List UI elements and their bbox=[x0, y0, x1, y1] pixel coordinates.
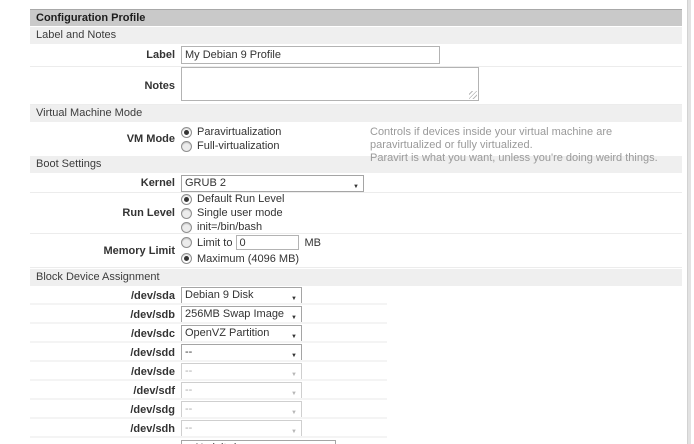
vm-mode-help-text: Controls if devices inside your virtual … bbox=[370, 126, 684, 165]
device-row-sdg: /dev/sdg -- ▼ bbox=[30, 400, 682, 419]
vm-mode-label: VM Mode bbox=[30, 133, 178, 145]
section-label-and-notes: Label and Notes bbox=[30, 27, 682, 44]
device-row-sdf: /dev/sdf -- ▼ bbox=[30, 381, 682, 400]
device-label: /dev/sdf bbox=[30, 385, 178, 397]
dropdown-arrow-icon: ▼ bbox=[353, 180, 359, 192]
label-input[interactable] bbox=[181, 46, 440, 64]
kernel-select-value: GRUB 2 bbox=[185, 177, 226, 189]
maximum-memory-radio-label[interactable]: Maximum (4096 MB) bbox=[197, 253, 299, 265]
paravirtualization-radio[interactable] bbox=[181, 127, 192, 138]
notes-field-label: Notes bbox=[30, 80, 178, 92]
dropdown-arrow-icon: ▼ bbox=[291, 368, 297, 380]
dropdown-arrow-icon: ▼ bbox=[291, 311, 297, 323]
dropdown-arrow-icon: ▼ bbox=[291, 330, 297, 342]
dropdown-arrow-icon: ▼ bbox=[291, 425, 297, 437]
section-virtual-machine-mode: Virtual Machine Mode bbox=[30, 105, 682, 122]
vm-mode-help-line: Paravirt is what you want, unless you're… bbox=[370, 152, 684, 165]
device-row-sdb: /dev/sdb 256MB Swap Image ▼ bbox=[30, 305, 682, 324]
device-label: /dev/sdd bbox=[30, 347, 178, 359]
run-level-label: Run Level bbox=[30, 207, 178, 219]
default-run-level-radio-label[interactable]: Default Run Level bbox=[197, 193, 284, 205]
memory-limit-row: Memory Limit Limit to MB Maximum (4096 M… bbox=[30, 234, 682, 268]
device-label: /dev/sdh bbox=[30, 423, 178, 435]
device-sdd-select-value: -- bbox=[185, 346, 192, 358]
device-row-sde: /dev/sde -- ▼ bbox=[30, 362, 682, 381]
vm-mode-help-line: Controls if devices inside your virtual … bbox=[370, 126, 684, 152]
device-sdc-select[interactable]: OpenVZ Partition ▼ bbox=[181, 325, 302, 342]
dropdown-arrow-icon: ▼ bbox=[291, 292, 297, 304]
device-sda-select[interactable]: Debian 9 Disk ▼ bbox=[181, 287, 302, 304]
device-sdd-select[interactable]: -- ▼ bbox=[181, 344, 302, 361]
configuration-profile-page: Configuration Profile Label and Notes La… bbox=[0, 0, 694, 444]
memory-limit-unit: MB bbox=[304, 237, 321, 249]
full-virtualization-radio-label[interactable]: Full-virtualization bbox=[197, 140, 280, 152]
default-run-level-radio[interactable] bbox=[181, 194, 192, 205]
initrd-row: initrd -- No initrd -- ▼ bbox=[30, 439, 682, 444]
single-user-mode-radio-label[interactable]: Single user mode bbox=[197, 207, 283, 219]
device-row-sdc: /dev/sdc OpenVZ Partition ▼ bbox=[30, 324, 682, 343]
kernel-row: Kernel GRUB 2 ▼ bbox=[30, 174, 682, 193]
device-label: /dev/sda bbox=[30, 290, 178, 302]
memory-limit-label: Memory Limit bbox=[30, 245, 178, 257]
notes-textarea[interactable] bbox=[181, 67, 479, 101]
notes-field-row: Notes bbox=[30, 67, 682, 105]
device-row-sda: /dev/sda Debian 9 Disk ▼ bbox=[30, 286, 682, 305]
limit-to-radio[interactable] bbox=[181, 237, 192, 248]
device-sdb-select-value: 256MB Swap Image bbox=[185, 308, 284, 320]
label-field-row: Label bbox=[30, 44, 682, 67]
device-label: /dev/sdc bbox=[30, 328, 178, 340]
section-block-device-assignment: Block Device Assignment bbox=[30, 269, 682, 286]
device-row-sdh: /dev/sdh -- ▼ bbox=[30, 419, 682, 438]
run-level-row: Run Level Default Run Level Single user … bbox=[30, 193, 682, 234]
device-label: /dev/sde bbox=[30, 366, 178, 378]
label-field-label: Label bbox=[30, 49, 178, 61]
kernel-select[interactable]: GRUB 2 ▼ bbox=[181, 175, 364, 192]
device-sdf-select[interactable]: -- ▼ bbox=[181, 382, 302, 399]
memory-limit-input[interactable] bbox=[236, 235, 299, 250]
vm-mode-row: VM Mode Paravirtualization Full-virtuali… bbox=[30, 122, 682, 156]
device-row-sdd: /dev/sdd -- ▼ bbox=[30, 343, 682, 362]
device-label: /dev/sdb bbox=[30, 309, 178, 321]
single-user-mode-radio[interactable] bbox=[181, 208, 192, 219]
device-sdc-select-value: OpenVZ Partition bbox=[185, 327, 269, 339]
dropdown-arrow-icon: ▼ bbox=[291, 349, 297, 361]
init-bin-bash-radio-label[interactable]: init=/bin/bash bbox=[197, 221, 262, 233]
device-sde-select-value: -- bbox=[185, 365, 192, 377]
configuration-profile-form: Configuration Profile Label and Notes La… bbox=[30, 9, 682, 444]
resize-grip-icon[interactable] bbox=[469, 91, 477, 99]
kernel-label: Kernel bbox=[30, 177, 178, 189]
scrollbar[interactable] bbox=[687, 0, 691, 444]
page-title: Configuration Profile bbox=[30, 9, 682, 26]
dropdown-arrow-icon: ▼ bbox=[291, 387, 297, 399]
maximum-memory-radio[interactable] bbox=[181, 253, 192, 264]
device-sda-select-value: Debian 9 Disk bbox=[185, 289, 253, 301]
device-sdg-select[interactable]: -- ▼ bbox=[181, 401, 302, 418]
full-virtualization-radio[interactable] bbox=[181, 141, 192, 152]
paravirtualization-radio-label[interactable]: Paravirtualization bbox=[197, 126, 281, 138]
device-sde-select[interactable]: -- ▼ bbox=[181, 363, 302, 380]
initrd-select[interactable]: -- No initrd -- ▼ bbox=[181, 440, 336, 444]
device-label: /dev/sdg bbox=[30, 404, 178, 416]
device-sdh-select-value: -- bbox=[185, 422, 192, 434]
device-sdb-select[interactable]: 256MB Swap Image ▼ bbox=[181, 306, 302, 323]
device-sdg-select-value: -- bbox=[185, 403, 192, 415]
limit-to-radio-label[interactable]: Limit to bbox=[197, 237, 232, 249]
device-sdf-select-value: -- bbox=[185, 384, 192, 396]
dropdown-arrow-icon: ▼ bbox=[291, 406, 297, 418]
device-sdh-select[interactable]: -- ▼ bbox=[181, 420, 302, 437]
init-bin-bash-radio[interactable] bbox=[181, 222, 192, 233]
